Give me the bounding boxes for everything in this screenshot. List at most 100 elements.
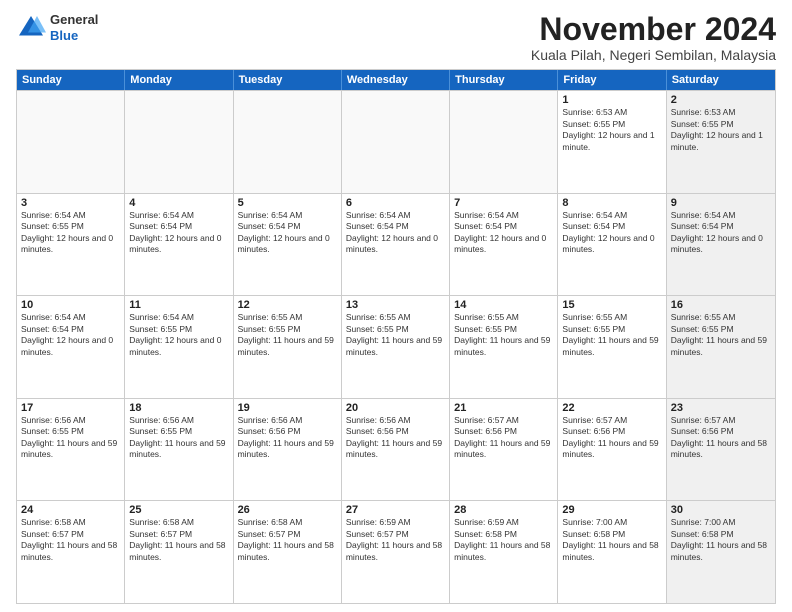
header-cell-sunday: Sunday xyxy=(17,70,125,90)
calendar-row-0: 1Sunrise: 6:53 AM Sunset: 6:55 PM Daylig… xyxy=(17,90,775,193)
day-cell-6: 6Sunrise: 6:54 AM Sunset: 6:54 PM Daylig… xyxy=(342,194,450,296)
day-cell-3: 3Sunrise: 6:54 AM Sunset: 6:55 PM Daylig… xyxy=(17,194,125,296)
day-number: 29 xyxy=(562,504,661,516)
header-cell-wednesday: Wednesday xyxy=(342,70,450,90)
day-number: 19 xyxy=(238,402,337,414)
day-cell-30: 30Sunrise: 7:00 AM Sunset: 6:58 PM Dayli… xyxy=(667,501,775,603)
day-cell-29: 29Sunrise: 7:00 AM Sunset: 6:58 PM Dayli… xyxy=(558,501,666,603)
calendar-row-3: 17Sunrise: 6:56 AM Sunset: 6:55 PM Dayli… xyxy=(17,398,775,501)
day-cell-26: 26Sunrise: 6:58 AM Sunset: 6:57 PM Dayli… xyxy=(234,501,342,603)
day-cell-20: 20Sunrise: 6:56 AM Sunset: 6:56 PM Dayli… xyxy=(342,399,450,501)
day-cell-13: 13Sunrise: 6:55 AM Sunset: 6:55 PM Dayli… xyxy=(342,296,450,398)
title-block: November 2024 Kuala Pilah, Negeri Sembil… xyxy=(531,12,776,63)
day-cell-23: 23Sunrise: 6:57 AM Sunset: 6:56 PM Dayli… xyxy=(667,399,775,501)
day-cell-25: 25Sunrise: 6:58 AM Sunset: 6:57 PM Dayli… xyxy=(125,501,233,603)
day-cell-27: 27Sunrise: 6:59 AM Sunset: 6:57 PM Dayli… xyxy=(342,501,450,603)
day-info: Sunrise: 6:54 AM Sunset: 6:55 PM Dayligh… xyxy=(129,312,228,358)
month-title: November 2024 xyxy=(531,12,776,47)
day-info: Sunrise: 6:54 AM Sunset: 6:54 PM Dayligh… xyxy=(21,312,120,358)
header-cell-tuesday: Tuesday xyxy=(234,70,342,90)
day-cell-24: 24Sunrise: 6:58 AM Sunset: 6:57 PM Dayli… xyxy=(17,501,125,603)
day-info: Sunrise: 6:54 AM Sunset: 6:55 PM Dayligh… xyxy=(21,210,120,256)
day-number: 16 xyxy=(671,299,771,311)
calendar-header: SundayMondayTuesdayWednesdayThursdayFrid… xyxy=(17,70,775,90)
day-number: 11 xyxy=(129,299,228,311)
header-cell-monday: Monday xyxy=(125,70,233,90)
day-info: Sunrise: 6:56 AM Sunset: 6:55 PM Dayligh… xyxy=(129,415,228,461)
day-number: 23 xyxy=(671,402,771,414)
day-number: 14 xyxy=(454,299,553,311)
day-number: 26 xyxy=(238,504,337,516)
day-cell-18: 18Sunrise: 6:56 AM Sunset: 6:55 PM Dayli… xyxy=(125,399,233,501)
header: General Blue November 2024 Kuala Pilah, … xyxy=(16,12,776,63)
empty-cell-0-0 xyxy=(17,91,125,193)
day-info: Sunrise: 7:00 AM Sunset: 6:58 PM Dayligh… xyxy=(562,517,661,563)
day-cell-1: 1Sunrise: 6:53 AM Sunset: 6:55 PM Daylig… xyxy=(558,91,666,193)
day-info: Sunrise: 6:55 AM Sunset: 6:55 PM Dayligh… xyxy=(671,312,771,358)
day-info: Sunrise: 6:55 AM Sunset: 6:55 PM Dayligh… xyxy=(238,312,337,358)
day-info: Sunrise: 6:57 AM Sunset: 6:56 PM Dayligh… xyxy=(454,415,553,461)
day-info: Sunrise: 6:54 AM Sunset: 6:54 PM Dayligh… xyxy=(562,210,661,256)
day-cell-17: 17Sunrise: 6:56 AM Sunset: 6:55 PM Dayli… xyxy=(17,399,125,501)
day-info: Sunrise: 6:58 AM Sunset: 6:57 PM Dayligh… xyxy=(129,517,228,563)
day-cell-5: 5Sunrise: 6:54 AM Sunset: 6:54 PM Daylig… xyxy=(234,194,342,296)
empty-cell-0-3 xyxy=(342,91,450,193)
day-number: 27 xyxy=(346,504,445,516)
day-cell-19: 19Sunrise: 6:56 AM Sunset: 6:56 PM Dayli… xyxy=(234,399,342,501)
day-info: Sunrise: 6:54 AM Sunset: 6:54 PM Dayligh… xyxy=(671,210,771,256)
day-number: 24 xyxy=(21,504,120,516)
day-cell-12: 12Sunrise: 6:55 AM Sunset: 6:55 PM Dayli… xyxy=(234,296,342,398)
day-cell-28: 28Sunrise: 6:59 AM Sunset: 6:58 PM Dayli… xyxy=(450,501,558,603)
day-cell-2: 2Sunrise: 6:53 AM Sunset: 6:55 PM Daylig… xyxy=(667,91,775,193)
day-number: 1 xyxy=(562,94,661,106)
day-info: Sunrise: 6:59 AM Sunset: 6:57 PM Dayligh… xyxy=(346,517,445,563)
day-info: Sunrise: 6:56 AM Sunset: 6:56 PM Dayligh… xyxy=(346,415,445,461)
day-cell-14: 14Sunrise: 6:55 AM Sunset: 6:55 PM Dayli… xyxy=(450,296,558,398)
day-number: 20 xyxy=(346,402,445,414)
day-info: Sunrise: 6:54 AM Sunset: 6:54 PM Dayligh… xyxy=(129,210,228,256)
logo-icon xyxy=(16,13,46,43)
day-number: 2 xyxy=(671,94,771,106)
day-number: 18 xyxy=(129,402,228,414)
day-cell-7: 7Sunrise: 6:54 AM Sunset: 6:54 PM Daylig… xyxy=(450,194,558,296)
calendar-row-4: 24Sunrise: 6:58 AM Sunset: 6:57 PM Dayli… xyxy=(17,500,775,603)
day-info: Sunrise: 6:53 AM Sunset: 6:55 PM Dayligh… xyxy=(671,107,771,153)
day-cell-16: 16Sunrise: 6:55 AM Sunset: 6:55 PM Dayli… xyxy=(667,296,775,398)
day-cell-21: 21Sunrise: 6:57 AM Sunset: 6:56 PM Dayli… xyxy=(450,399,558,501)
header-cell-friday: Friday xyxy=(558,70,666,90)
day-info: Sunrise: 6:53 AM Sunset: 6:55 PM Dayligh… xyxy=(562,107,661,153)
day-info: Sunrise: 6:55 AM Sunset: 6:55 PM Dayligh… xyxy=(346,312,445,358)
day-number: 6 xyxy=(346,197,445,209)
logo-text: General Blue xyxy=(50,12,98,43)
day-number: 25 xyxy=(129,504,228,516)
logo-blue: Blue xyxy=(50,28,98,44)
calendar-row-2: 10Sunrise: 6:54 AM Sunset: 6:54 PM Dayli… xyxy=(17,295,775,398)
day-info: Sunrise: 6:54 AM Sunset: 6:54 PM Dayligh… xyxy=(454,210,553,256)
day-number: 17 xyxy=(21,402,120,414)
day-number: 22 xyxy=(562,402,661,414)
calendar: SundayMondayTuesdayWednesdayThursdayFrid… xyxy=(16,69,776,604)
day-number: 30 xyxy=(671,504,771,516)
logo-general: General xyxy=(50,12,98,28)
day-number: 28 xyxy=(454,504,553,516)
day-cell-15: 15Sunrise: 6:55 AM Sunset: 6:55 PM Dayli… xyxy=(558,296,666,398)
empty-cell-0-1 xyxy=(125,91,233,193)
empty-cell-0-2 xyxy=(234,91,342,193)
day-cell-11: 11Sunrise: 6:54 AM Sunset: 6:55 PM Dayli… xyxy=(125,296,233,398)
day-number: 8 xyxy=(562,197,661,209)
calendar-body: 1Sunrise: 6:53 AM Sunset: 6:55 PM Daylig… xyxy=(17,90,775,603)
calendar-row-1: 3Sunrise: 6:54 AM Sunset: 6:55 PM Daylig… xyxy=(17,193,775,296)
day-number: 10 xyxy=(21,299,120,311)
header-cell-thursday: Thursday xyxy=(450,70,558,90)
day-info: Sunrise: 6:59 AM Sunset: 6:58 PM Dayligh… xyxy=(454,517,553,563)
day-number: 9 xyxy=(671,197,771,209)
day-number: 3 xyxy=(21,197,120,209)
day-cell-9: 9Sunrise: 6:54 AM Sunset: 6:54 PM Daylig… xyxy=(667,194,775,296)
day-number: 21 xyxy=(454,402,553,414)
day-number: 4 xyxy=(129,197,228,209)
day-info: Sunrise: 6:56 AM Sunset: 6:55 PM Dayligh… xyxy=(21,415,120,461)
day-info: Sunrise: 6:58 AM Sunset: 6:57 PM Dayligh… xyxy=(238,517,337,563)
day-info: Sunrise: 6:55 AM Sunset: 6:55 PM Dayligh… xyxy=(454,312,553,358)
day-info: Sunrise: 6:58 AM Sunset: 6:57 PM Dayligh… xyxy=(21,517,120,563)
location: Kuala Pilah, Negeri Sembilan, Malaysia xyxy=(531,47,776,63)
